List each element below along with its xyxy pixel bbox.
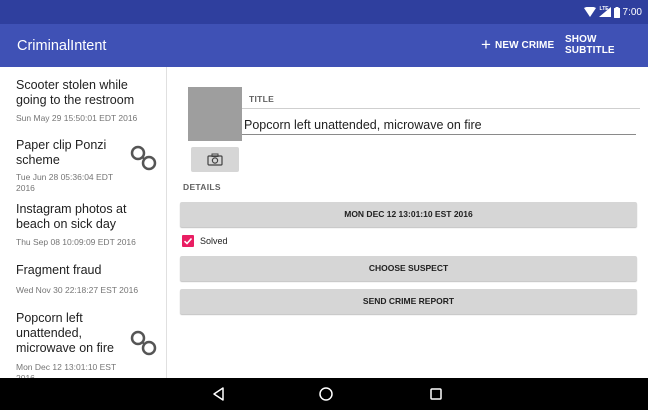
new-crime-button[interactable]: + NEW CRIME: [481, 35, 554, 55]
crime-date-button[interactable]: MON DEC 12 13:01:10 EST 2016: [180, 202, 637, 227]
divider: [242, 108, 640, 109]
crime-title: Scooter stolen while going to the restro…: [16, 78, 135, 107]
solved-label: Solved: [200, 236, 228, 246]
home-circle-icon[interactable]: [318, 386, 334, 402]
app-title: CriminalIntent: [17, 38, 107, 54]
crime-list-item[interactable]: Popcorn left unattended, microwave on fi…: [0, 311, 166, 378]
crime-date: Mon Dec 12 13:01:10 EST 2016: [16, 362, 117, 378]
crime-list-item[interactable]: Instagram photos at beach on sick day Th…: [0, 199, 166, 263]
status-icons: LTE 7:00: [583, 5, 642, 19]
battery-icon: [613, 6, 620, 18]
choose-suspect-button[interactable]: CHOOSE SUSPECT: [180, 256, 637, 281]
crime-photo: [188, 87, 242, 141]
camera-icon: [207, 153, 223, 166]
recents-square-icon[interactable]: [428, 386, 444, 402]
status-bar: LTE 7:00: [0, 0, 648, 24]
details-label: DETAILS: [183, 182, 221, 192]
crime-title: Fragment fraud: [16, 263, 102, 277]
navigation-bar: [0, 378, 648, 410]
handcuffs-icon: [130, 145, 157, 171]
solved-checkbox[interactable]: [182, 235, 194, 247]
crime-date: Wed Nov 30 22:18:27 EST 2016: [16, 285, 139, 295]
wifi-icon: [583, 7, 596, 17]
crime-title-field[interactable]: [242, 115, 636, 135]
crime-title: Popcorn left unattended, microwave on fi…: [16, 311, 114, 355]
crime-date: Sun May 29 15:50:01 EDT 2016: [16, 113, 138, 123]
handcuffs-icon: [130, 330, 157, 356]
crime-title: Instagram photos at beach on sick day: [16, 202, 127, 231]
crime-date: Thu Sep 08 10:09:09 EDT 2016: [16, 237, 136, 247]
crime-list[interactable]: Scooter stolen while going to the restro…: [0, 67, 167, 378]
title-label: TITLE: [249, 94, 275, 104]
crime-list-item[interactable]: Paper clip Ponzi scheme Tue Jun 28 05:36…: [0, 128, 166, 199]
crime-list-item[interactable]: Scooter stolen while going to the restro…: [0, 67, 166, 128]
cell-signal-icon: LTE: [598, 6, 611, 17]
camera-button[interactable]: [191, 147, 239, 172]
send-crime-report-button[interactable]: SEND CRIME REPORT: [180, 289, 637, 314]
crime-detail: TITLE DETAILS MON DEC 12 13:01:10 EST 20…: [168, 67, 648, 378]
solved-row: Solved: [182, 235, 228, 247]
network-label: LTE: [599, 6, 609, 12]
new-crime-label: NEW CRIME: [495, 39, 555, 51]
show-subtitle-button[interactable]: SHOW SUBTITLE: [565, 34, 648, 56]
back-triangle-icon[interactable]: [211, 386, 227, 402]
crime-title: Paper clip Ponzi scheme: [16, 138, 107, 167]
status-time: 7:00: [622, 6, 642, 18]
app-bar: CriminalIntent + NEW CRIME SHOW SUBTITLE: [0, 24, 648, 67]
plus-icon: +: [481, 35, 492, 54]
crime-date: Tue Jun 28 05:36:04 EDT 2016: [16, 172, 113, 193]
checkmark-icon: [183, 237, 193, 245]
crime-list-item[interactable]: Fragment fraud Wed Nov 30 22:18:27 EST 2…: [0, 263, 166, 311]
